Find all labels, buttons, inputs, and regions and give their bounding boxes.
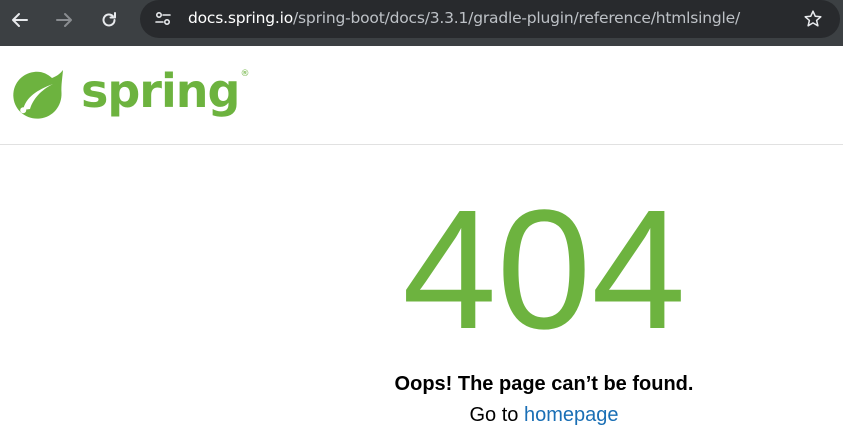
error-code: 404 bbox=[402, 175, 686, 365]
back-arrow-icon[interactable] bbox=[6, 6, 34, 34]
url-path: /spring-boot/docs/3.3.1/gradle-plugin/re… bbox=[293, 9, 741, 27]
registered-mark: ® bbox=[240, 69, 249, 79]
browser-toolbar: docs.spring.io/spring-boot/docs/3.3.1/gr… bbox=[0, 0, 843, 46]
url-text[interactable]: docs.spring.io/spring-boot/docs/3.3.1/gr… bbox=[188, 9, 740, 27]
reload-icon[interactable] bbox=[95, 6, 123, 34]
goto-prefix: Go to bbox=[469, 404, 524, 426]
url-host: docs.spring.io bbox=[188, 9, 294, 27]
homepage-link[interactable]: homepage bbox=[524, 404, 619, 426]
forward-arrow-icon[interactable] bbox=[50, 6, 78, 34]
site-header: spring® bbox=[0, 46, 843, 145]
spring-logo[interactable]: spring® bbox=[11, 67, 249, 123]
address-bar[interactable]: docs.spring.io/spring-boot/docs/3.3.1/gr… bbox=[140, 0, 840, 38]
error-message: Oops! The page can’t be found. bbox=[394, 373, 694, 395]
bookmark-star-icon[interactable] bbox=[800, 6, 826, 32]
goto-line: Go to homepage bbox=[324, 404, 764, 427]
spring-wordmark: spring® bbox=[81, 68, 249, 114]
logo-text: spring bbox=[81, 64, 240, 118]
spring-leaf-icon bbox=[13, 70, 63, 119]
site-info-icon[interactable] bbox=[150, 6, 176, 32]
error-content: 404 Oops! The page can’t be found. Go to… bbox=[0, 145, 843, 442]
